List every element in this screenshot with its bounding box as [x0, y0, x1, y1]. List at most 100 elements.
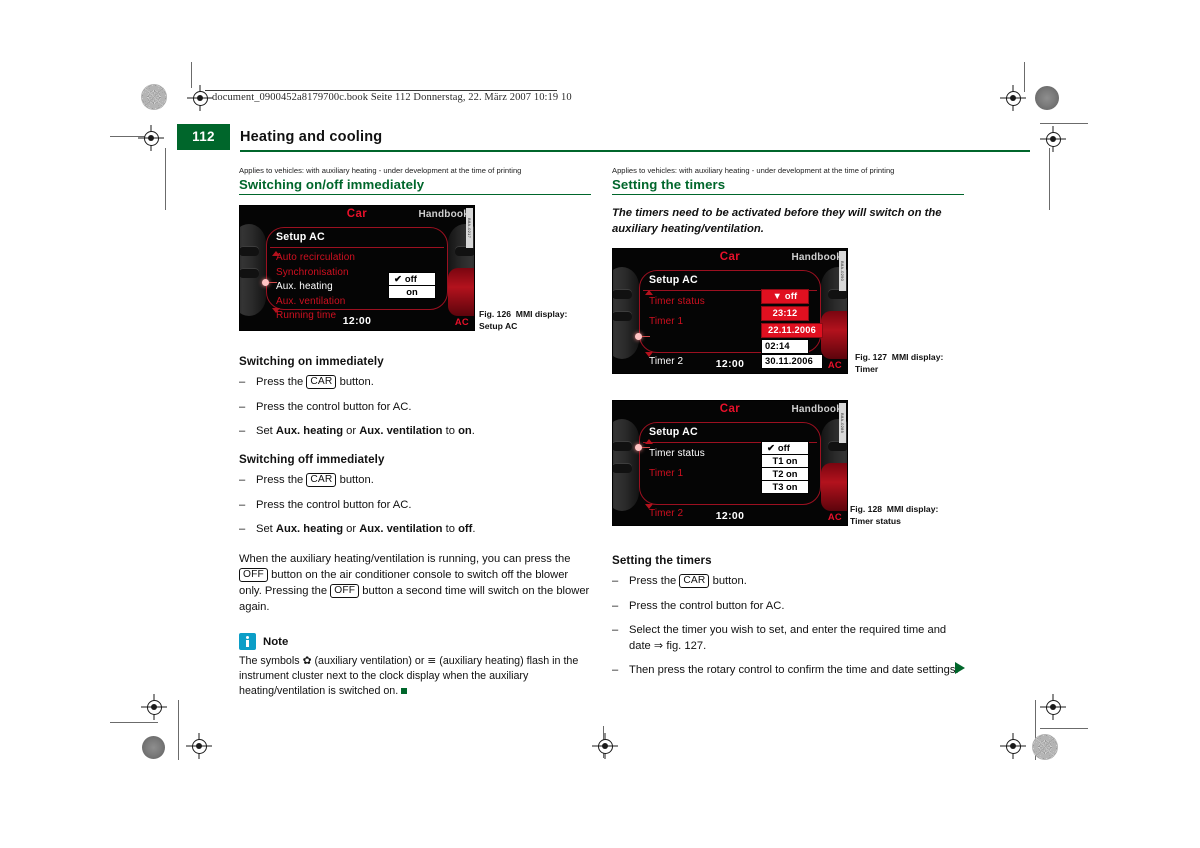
- step-select-timer: Select the timer you wish to set, and en…: [612, 623, 964, 654]
- left-column: Applies to vehicles: with auxiliary heat…: [239, 166, 591, 699]
- mmi-right-red-block: [448, 268, 474, 317]
- scroll-down-arrow-icon[interactable]: [645, 352, 653, 358]
- car-button-key[interactable]: CAR: [679, 574, 710, 589]
- figure-126-label: Fig. 126: [479, 309, 511, 320]
- value-timer1-date[interactable]: 22.11.2006: [761, 323, 823, 338]
- value-timer2-date[interactable]: 30.11.2006: [761, 354, 823, 369]
- registration-mark-left-lower: [141, 694, 167, 720]
- popup-option-off[interactable]: ✔ off: [389, 273, 435, 287]
- mmi-right-red-block: [821, 311, 847, 360]
- crop-line-left-v: [165, 148, 166, 210]
- continuation-arrow-icon: [955, 662, 965, 674]
- menu-item-aux-heating[interactable]: Aux. heating: [276, 280, 391, 295]
- scroll-up-arrow-icon[interactable]: [645, 439, 653, 445]
- value-timer1-time[interactable]: 23:12: [761, 306, 809, 321]
- mmi-cursor-line: [642, 447, 650, 449]
- crop-line-right-h: [1040, 123, 1088, 124]
- check-icon: ✔: [767, 442, 775, 454]
- popup-option-t2-on[interactable]: T2 on: [762, 468, 808, 482]
- menu-item-timer-status[interactable]: Timer status: [649, 444, 764, 464]
- figure-128-text2: Timer status: [850, 515, 901, 526]
- menu-item-auto-recirculation[interactable]: Auto recirculation: [276, 251, 391, 266]
- car-button-key[interactable]: CAR: [306, 375, 337, 390]
- mmi-brand-label: Car: [719, 251, 741, 264]
- page-number-badge: 112: [177, 124, 230, 150]
- menu-item-timer-2[interactable]: Timer 2: [649, 352, 764, 372]
- menu-item-aux-ventilation[interactable]: Aux. ventilation: [276, 295, 391, 310]
- menu-item-synchronisation[interactable]: Synchronisation: [276, 266, 391, 281]
- manual-page: document_0900452a8179700c.book Seite 112…: [0, 0, 1200, 848]
- note-header: Note: [239, 633, 591, 651]
- fan-symbol-icon: ✿: [302, 654, 312, 668]
- mmi-clock: 12:00: [715, 359, 745, 371]
- off-button-key[interactable]: OFF: [330, 583, 360, 598]
- note-title: Note: [263, 635, 289, 648]
- registration-mark-bottom-right: [1000, 733, 1026, 759]
- paragraph-off-button: When the auxiliary heating/ventilation i…: [239, 552, 590, 613]
- mmi-handbook-label: Handbook: [791, 252, 842, 264]
- menu-item-timer-1[interactable]: Timer 1: [649, 312, 764, 332]
- mmi-clock: 12:00: [342, 316, 372, 328]
- section-title-right: Setting the timers: [612, 177, 726, 193]
- menu-item-timer-1[interactable]: Timer 1: [649, 464, 764, 484]
- off-button-key[interactable]: OFF: [239, 567, 268, 582]
- heater-symbol-icon: ≡: [427, 654, 437, 668]
- crop-line-right-v: [1049, 148, 1050, 210]
- popup-option-t1-on[interactable]: T1 on: [762, 455, 808, 469]
- popup-option-t3-on[interactable]: T3 on: [762, 481, 808, 493]
- figure-126-caption: Fig. 126 MMI display: Setup AC: [479, 309, 591, 332]
- step-set-aux-off: Set Aux. heating or Aux. ventilation to …: [239, 522, 591, 538]
- mmi-brand-label: Car: [719, 403, 741, 416]
- end-of-note-marker: [401, 687, 408, 694]
- scroll-up-arrow-icon[interactable]: [645, 290, 653, 296]
- car-button-key[interactable]: CAR: [306, 473, 337, 488]
- figure-128-label: Fig. 128: [850, 504, 882, 515]
- mmi-clock: 12:00: [715, 511, 745, 523]
- chapter-title: Heating and cooling: [240, 129, 383, 145]
- scroll-down-arrow-icon[interactable]: [645, 504, 653, 510]
- mmi-left-pillar: [613, 419, 639, 512]
- chevron-down-icon: ▼: [772, 291, 783, 302]
- popup-option-off[interactable]: ✔ off: [762, 442, 808, 456]
- page-number: 112: [192, 129, 215, 144]
- subsection-switching-off: Switching off immediately: [239, 453, 385, 467]
- figure-127-caption: Fig. 127 MMI display: Timer: [855, 352, 965, 375]
- scroll-up-arrow-icon[interactable]: [272, 251, 280, 257]
- mmi-ac-status: AC: [827, 359, 842, 371]
- menu-item-running-time[interactable]: Running time: [276, 309, 391, 324]
- color-patch-top-left: [141, 84, 167, 110]
- value-timer2-time[interactable]: 02:14: [761, 339, 809, 354]
- registration-mark-top-right: [1000, 85, 1026, 111]
- popup-option-on[interactable]: on: [389, 286, 435, 298]
- figure-127: Car Handbook B8A-0290 Setup AC Timer sta…: [612, 248, 964, 388]
- mmi-display-setup-ac: Car Handbook B8A-0217 Setup AC Auto reci…: [239, 205, 475, 332]
- scroll-down-arrow-icon[interactable]: [272, 308, 280, 314]
- running-head-rule: [205, 90, 557, 91]
- note-block: Note The symbols ✿ (auxiliary ventilatio…: [239, 633, 591, 698]
- section-rule-right: [612, 194, 964, 196]
- figure-128-caption: Fig. 128 MMI display: Timer status: [850, 504, 965, 527]
- figure-126-text: MMI display:: [515, 309, 568, 320]
- option-popup-timer-status[interactable]: ✔ off T1 on T2 on T3 on: [761, 441, 809, 495]
- menu-item-timer-2[interactable]: Timer 2: [649, 504, 764, 524]
- info-icon: [239, 633, 256, 651]
- crop-line-bottom-right-h: [1040, 728, 1088, 729]
- figure-side-code: B8A-0289: [839, 403, 846, 444]
- subsection-setting-timers: Setting the timers: [612, 554, 712, 568]
- value-timer-status[interactable]: ▼ off: [761, 289, 809, 304]
- running-head: document_0900452a8179700c.book Seite 112…: [212, 92, 572, 103]
- step-press-control-off: Press the control button for AC.: [239, 498, 591, 514]
- mmi-ac-status: AC: [454, 316, 469, 328]
- color-patch-bottom-right: [1032, 734, 1058, 760]
- steps-setting-timers: Press the CAR button. Press the control …: [612, 574, 964, 679]
- registration-mark-bottom-center: [592, 733, 618, 759]
- crop-line-bottom-left-h: [110, 722, 158, 723]
- mmi-right-red-block: [821, 463, 847, 512]
- option-popup-aux-heating[interactable]: ✔ off on: [388, 272, 436, 300]
- right-column: Applies to vehicles: with auxiliary heat…: [612, 166, 964, 687]
- mmi-cursor-line: [642, 336, 650, 338]
- registration-mark-right-lower: [1040, 694, 1066, 720]
- menu-item-timer-status[interactable]: Timer status: [649, 292, 764, 312]
- step-confirm-rotary: Then press the rotary control to confirm…: [612, 663, 964, 679]
- steps-switching-off: Press the CAR button. Press the control …: [239, 473, 591, 538]
